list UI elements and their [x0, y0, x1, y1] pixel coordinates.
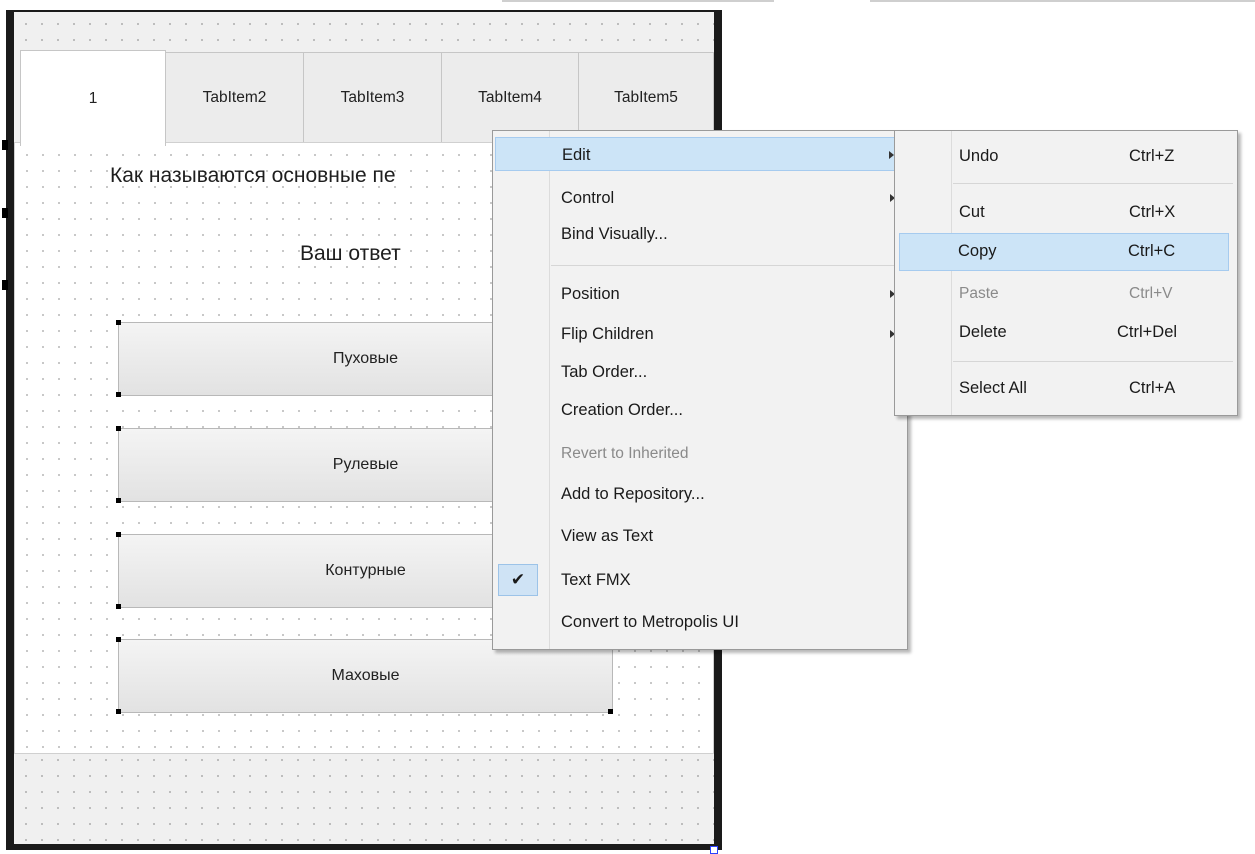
menu-item-label: Flip Children: [561, 325, 654, 343]
menu-item-creation-order[interactable]: Creation Order...: [495, 393, 905, 427]
menu-item-shortcut: Ctrl+Del: [1117, 323, 1178, 341]
menu-item-bind-visually[interactable]: Bind Visually...: [495, 217, 905, 251]
menu-item-label: Tab Order...: [561, 363, 648, 381]
menu-item-label: Creation Order...: [561, 401, 683, 419]
form-selection-handle[interactable]: [2, 280, 8, 290]
form-corner-handle[interactable]: [710, 846, 718, 854]
menu-item-label: Revert to Inherited: [561, 445, 689, 462]
menu-item-tab-order[interactable]: Tab Order...: [495, 355, 905, 389]
menu-item-shortcut: Ctrl+C: [1128, 242, 1176, 260]
menu-item-add-to-repository[interactable]: Add to Repository...: [495, 477, 905, 511]
tab-tabitem2[interactable]: TabItem2: [165, 52, 304, 144]
selection-handle[interactable]: [116, 426, 121, 431]
tab-tabitem3[interactable]: TabItem3: [303, 52, 442, 144]
tab-1[interactable]: 1: [20, 50, 166, 146]
menu-item-label: Add to Repository...: [561, 485, 705, 503]
menu-item-flip-children[interactable]: Flip Children: [495, 317, 905, 351]
menu-item-position[interactable]: Position: [495, 277, 905, 311]
form-selection-handle[interactable]: [2, 208, 8, 218]
menu-item-delete[interactable]: Delete Ctrl+Del: [897, 315, 1235, 349]
menu-item-label: Text FMX: [561, 571, 631, 589]
checkmark-icon: ✔: [498, 564, 538, 596]
selection-handle[interactable]: [608, 709, 613, 714]
menu-item-shortcut: Ctrl+A: [1129, 379, 1176, 397]
selection-handle[interactable]: [116, 392, 121, 397]
menu-item-shortcut: Ctrl+V: [1129, 285, 1173, 302]
menu-item-label: Position: [561, 285, 620, 303]
answer-label: Ваш ответ: [300, 242, 401, 265]
context-menu: Edit Control Bind Visually... Position F…: [492, 130, 908, 650]
menu-item-label: Edit: [562, 146, 591, 164]
menu-item-edit[interactable]: Edit: [495, 137, 905, 171]
menu-item-label: Delete: [959, 323, 1007, 341]
menu-item-label: Undo: [959, 147, 999, 165]
menu-item-label: Convert to Metropolis UI: [561, 613, 739, 631]
menu-separator: [551, 265, 903, 266]
menu-item-select-all[interactable]: Select All Ctrl+A: [897, 371, 1235, 405]
menu-item-label: Bind Visually...: [561, 225, 668, 243]
form-selection-handle[interactable]: [2, 140, 8, 150]
menu-separator: [953, 183, 1233, 184]
selection-handle[interactable]: [116, 498, 121, 503]
menu-item-revert-to-inherited[interactable]: Revert to Inherited: [495, 437, 905, 471]
menu-item-label: Cut: [959, 203, 985, 221]
menu-separator: [953, 361, 1233, 362]
menu-item-convert-to-metropolis-ui[interactable]: Convert to Metropolis UI: [495, 605, 905, 639]
selection-handle[interactable]: [116, 637, 121, 642]
menu-item-shortcut: Ctrl+Z: [1129, 147, 1175, 165]
menu-item-cut[interactable]: Cut Ctrl+X: [897, 195, 1235, 229]
selection-handle[interactable]: [116, 604, 121, 609]
option-button-4[interactable]: Маховые: [118, 639, 613, 713]
menu-item-undo[interactable]: Undo Ctrl+Z: [897, 139, 1235, 173]
menu-item-label: Copy: [958, 242, 997, 260]
menu-item-view-as-text[interactable]: View as Text: [495, 519, 905, 553]
selection-handle[interactable]: [116, 320, 121, 325]
menu-item-control[interactable]: Control: [495, 181, 905, 215]
selection-handle[interactable]: [116, 532, 121, 537]
edit-submenu: Undo Ctrl+Z Cut Ctrl+X Copy Ctrl+C Paste…: [894, 130, 1238, 416]
question-label: Как называются основные пе: [110, 164, 396, 187]
menu-item-copy[interactable]: Copy Ctrl+C: [899, 233, 1229, 271]
menu-item-label: Paste: [959, 285, 999, 302]
menu-item-paste[interactable]: Paste Ctrl+V: [897, 277, 1235, 311]
menu-item-shortcut: Ctrl+X: [1129, 203, 1176, 221]
menu-item-label: View as Text: [561, 527, 654, 545]
selection-handle[interactable]: [116, 709, 121, 714]
top-border-line: [502, 0, 774, 2]
menu-item-label: Control: [561, 189, 615, 207]
menu-item-text-fmx[interactable]: ✔ Text FMX: [495, 563, 905, 597]
menu-item-label: Select All: [959, 379, 1027, 397]
top-border-line: [870, 0, 1255, 2]
